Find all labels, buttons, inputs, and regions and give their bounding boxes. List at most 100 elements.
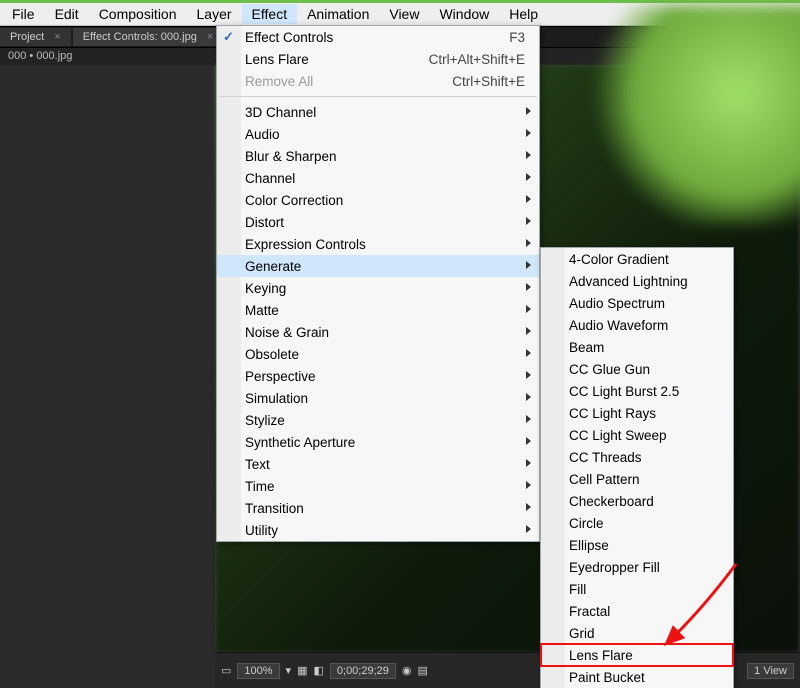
menu-item-label: Advanced Lightning [569,274,713,289]
effect-menu-effect-controls[interactable]: ✓ Effect Controls F3 [217,26,539,48]
menu-item-label: Transition [245,501,525,516]
tab-effect-controls-label: Effect Controls: 000.jpg [83,31,197,43]
camera-icon[interactable]: ◉ [402,664,412,677]
tab-project-close[interactable]: × [54,31,60,43]
monitor-icon: ▭ [221,664,231,677]
menu-item-label: Text [245,457,525,472]
menu-item-label: Generate [245,259,525,274]
effect-menu-3d-channel[interactable]: 3D Channel [217,101,539,123]
menu-file[interactable]: File [2,4,45,24]
effect-menu-color-correction[interactable]: Color Correction [217,189,539,211]
menu-item-label: Blur & Sharpen [245,149,525,164]
effect-menu-simulation[interactable]: Simulation [217,387,539,409]
menu-item-label: 3D Channel [245,105,525,120]
effect-menu-keying[interactable]: Keying [217,277,539,299]
menu-item-label: Cell Pattern [569,472,713,487]
submenu-arrow-icon [526,371,531,379]
effect-menu-channel[interactable]: Channel [217,167,539,189]
grid-icon[interactable]: ▦ [297,664,307,677]
menu-animation[interactable]: Animation [297,4,379,24]
menu-item-label: Audio [245,127,525,142]
effect-menu-utility[interactable]: Utility [217,519,539,541]
menu-help[interactable]: Help [499,4,548,24]
generate-ellipse[interactable]: Ellipse [541,534,733,556]
submenu-arrow-icon [526,481,531,489]
submenu-arrow-icon [526,239,531,247]
menu-item-label: 4-Color Gradient [569,252,713,267]
mask-icon[interactable]: ◧ [313,664,323,677]
tab-effect-controls-close[interactable]: × [207,31,213,43]
generate-circle[interactable]: Circle [541,512,733,534]
menu-item-label: Time [245,479,525,494]
generate-advanced-lightning[interactable]: Advanced Lightning [541,270,733,292]
menu-item-label: Utility [245,523,525,538]
menu-item-label: Beam [569,340,713,355]
menu-item-label: Color Correction [245,193,525,208]
submenu-arrow-icon [526,525,531,533]
menu-edit[interactable]: Edit [45,4,89,24]
effect-menu-expression-controls[interactable]: Expression Controls [217,233,539,255]
effect-menu-lens-flare[interactable]: Lens Flare Ctrl+Alt+Shift+E [217,48,539,70]
menu-layer[interactable]: Layer [187,4,242,24]
generate-cc-threads[interactable]: CC Threads [541,446,733,468]
effect-menu-noise-grain[interactable]: Noise & Grain [217,321,539,343]
zoom-dropdown[interactable]: 100% [237,663,279,679]
generate-cc-light-rays[interactable]: CC Light Rays [541,402,733,424]
generate-cell-pattern[interactable]: Cell Pattern [541,468,733,490]
project-panel[interactable] [0,65,216,688]
effect-menu-synthetic-aperture[interactable]: Synthetic Aperture [217,431,539,453]
generate-audio-waveform[interactable]: Audio Waveform [541,314,733,336]
generate-cc-glue-gun[interactable]: CC Glue Gun [541,358,733,380]
effect-menu-text[interactable]: Text [217,453,539,475]
tab-project[interactable]: Project × [0,28,71,46]
effect-menu-remove-all: Remove All Ctrl+Shift+E [217,70,539,92]
shutter-icon[interactable]: ▤ [418,664,428,677]
submenu-arrow-icon [526,393,531,401]
menu-item-label: CC Light Rays [569,406,713,421]
timecode-field[interactable]: 0;00;29;29 [330,663,396,679]
generate-4-color-gradient[interactable]: 4-Color Gradient [541,248,733,270]
generate-cc-light-sweep[interactable]: CC Light Sweep [541,424,733,446]
menu-composition[interactable]: Composition [89,4,187,24]
view-layout-dropdown[interactable]: 1 View [747,663,794,679]
menu-item-label: Expression Controls [245,237,525,252]
menu-item-label: CC Glue Gun [569,362,713,377]
menu-item-label: Audio Waveform [569,318,713,333]
menu-item-label: Simulation [245,391,525,406]
effect-menu-perspective[interactable]: Perspective [217,365,539,387]
effect-menu-obsolete[interactable]: Obsolete [217,343,539,365]
effect-menu-matte[interactable]: Matte [217,299,539,321]
effect-menu-time[interactable]: Time [217,475,539,497]
effect-menu-stylize[interactable]: Stylize [217,409,539,431]
effect-menu-blur-sharpen[interactable]: Blur & Sharpen [217,145,539,167]
menu-item-label: Paint Bucket [569,670,713,685]
effect-menu-transition[interactable]: Transition [217,497,539,519]
submenu-arrow-icon [526,107,531,115]
menu-effect[interactable]: Effect [242,4,298,24]
menu-separator [219,96,537,97]
effect-menu: ✓ Effect Controls F3 Lens Flare Ctrl+Alt… [216,25,540,542]
menu-item-label: Synthetic Aperture [245,435,525,450]
submenu-arrow-icon [526,217,531,225]
generate-audio-spectrum[interactable]: Audio Spectrum [541,292,733,314]
channel-icon[interactable]: ▾ [286,664,292,677]
menu-item-label: Checkerboard [569,494,713,509]
menu-item-label: Channel [245,171,525,186]
effect-menu-generate[interactable]: Generate [217,255,539,277]
submenu-arrow-icon [526,503,531,511]
menu-view[interactable]: View [379,4,429,24]
effect-menu-audio[interactable]: Audio [217,123,539,145]
menu-item-label: Distort [245,215,525,230]
check-icon: ✓ [223,29,234,45]
menu-item-label: CC Threads [569,450,713,465]
menu-window[interactable]: Window [429,4,499,24]
menu-item-label: CC Light Burst 2.5 [569,384,713,399]
tab-effect-controls[interactable]: Effect Controls: 000.jpg × [73,28,224,46]
generate-beam[interactable]: Beam [541,336,733,358]
generate-paint-bucket[interactable]: Paint Bucket [541,666,733,688]
generate-cc-light-burst-2-5[interactable]: CC Light Burst 2.5 [541,380,733,402]
submenu-arrow-icon [526,151,531,159]
effect-menu-distort[interactable]: Distort [217,211,539,233]
generate-checkerboard[interactable]: Checkerboard [541,490,733,512]
menu-item-label: Noise & Grain [245,325,525,340]
